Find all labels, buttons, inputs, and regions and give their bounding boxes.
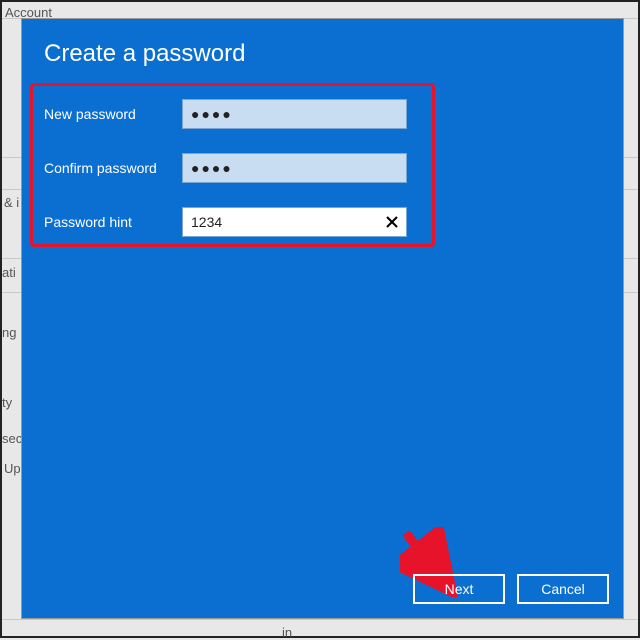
new-password-input-wrap	[182, 99, 407, 129]
dialog-buttons: Next Cancel	[413, 574, 609, 604]
new-password-input[interactable]	[182, 99, 407, 129]
bg-text-fragment: Up	[4, 461, 21, 476]
password-hint-row: Password hint	[44, 207, 424, 237]
bg-divider	[2, 619, 638, 620]
cancel-button[interactable]: Cancel	[517, 574, 609, 604]
password-hint-input[interactable]	[182, 207, 407, 237]
confirm-password-label: Confirm password	[44, 160, 182, 176]
dialog-title: Create a password	[22, 19, 623, 68]
next-button[interactable]: Next	[413, 574, 505, 604]
new-password-label: New password	[44, 106, 182, 122]
create-password-dialog: Create a password New password Confirm p…	[21, 18, 624, 619]
confirm-password-row: Confirm password	[44, 153, 424, 183]
bg-text-fragment: ty	[2, 395, 12, 410]
clear-input-button[interactable]	[377, 207, 407, 237]
confirm-password-input-wrap	[182, 153, 407, 183]
bg-text-fragment: & i	[4, 195, 19, 210]
bg-text-fragment: ng	[2, 325, 16, 340]
close-icon	[385, 215, 399, 229]
password-hint-input-wrap	[182, 207, 407, 237]
new-password-row: New password	[44, 99, 424, 129]
confirm-password-input[interactable]	[182, 153, 407, 183]
password-hint-label: Password hint	[44, 214, 182, 230]
bg-text-fragment: ati	[2, 265, 16, 280]
bg-text-fragment: sec	[2, 431, 22, 446]
